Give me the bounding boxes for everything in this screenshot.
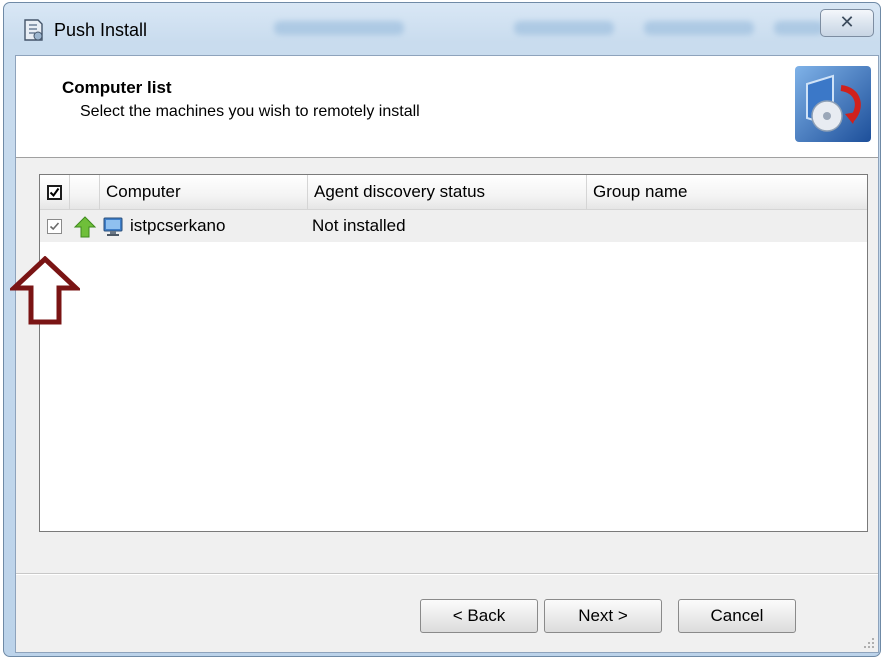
red-outline-up-arrow-icon bbox=[10, 256, 80, 325]
cancel-button[interactable]: Cancel bbox=[678, 599, 796, 633]
computer-name: istpcserkano bbox=[130, 216, 226, 235]
table-row[interactable]: istpcserkano Not installed bbox=[40, 210, 867, 242]
app-shield-icon bbox=[24, 19, 43, 41]
column-header-group[interactable]: Group name bbox=[587, 175, 867, 210]
column-header-computer[interactable]: Computer bbox=[100, 175, 308, 210]
close-icon: ✕ bbox=[839, 12, 855, 32]
install-disc-icon bbox=[795, 66, 871, 142]
back-button[interactable]: < Back bbox=[420, 599, 538, 633]
computer-monitor-icon bbox=[103, 217, 123, 236]
next-button[interactable]: Next > bbox=[544, 599, 662, 633]
wizard-header: Computer list Select the machines you wi… bbox=[16, 56, 878, 158]
window-title: Push Install bbox=[54, 20, 148, 40]
page-subtitle: Select the machines you wish to remotely… bbox=[80, 103, 420, 120]
background-blur bbox=[274, 21, 404, 35]
select-all-checkbox[interactable] bbox=[47, 185, 62, 200]
push-install-window: Push Install ✕ Computer list Select the … bbox=[3, 2, 881, 657]
dialog-body: Computer list Select the machines you wi… bbox=[15, 55, 879, 653]
select-all-column[interactable] bbox=[40, 175, 70, 210]
close-button[interactable]: ✕ bbox=[820, 9, 874, 37]
checkmark-icon bbox=[49, 187, 60, 198]
status-icon-column[interactable] bbox=[70, 175, 100, 210]
computer-list[interactable]: Computer Agent discovery status Group na… bbox=[39, 174, 868, 532]
background-blur bbox=[514, 21, 614, 35]
column-label: Computer bbox=[106, 182, 181, 201]
checkmark-icon bbox=[49, 222, 60, 231]
background-blur bbox=[774, 21, 824, 35]
background-blur bbox=[644, 21, 754, 35]
footer-divider bbox=[16, 573, 878, 575]
column-header-agent-status[interactable]: Agent discovery status bbox=[308, 175, 587, 210]
list-header: Computer Agent discovery status Group na… bbox=[40, 175, 867, 210]
green-up-arrow-icon bbox=[73, 216, 97, 238]
page-title: Computer list bbox=[62, 78, 172, 97]
column-label: Agent discovery status bbox=[314, 182, 486, 201]
resize-grip-icon[interactable] bbox=[863, 637, 875, 649]
agent-status: Not installed bbox=[312, 216, 406, 235]
row-checkbox[interactable] bbox=[47, 219, 62, 234]
title-bar[interactable]: Push Install ✕ bbox=[4, 3, 880, 55]
column-label: Group name bbox=[593, 182, 688, 201]
